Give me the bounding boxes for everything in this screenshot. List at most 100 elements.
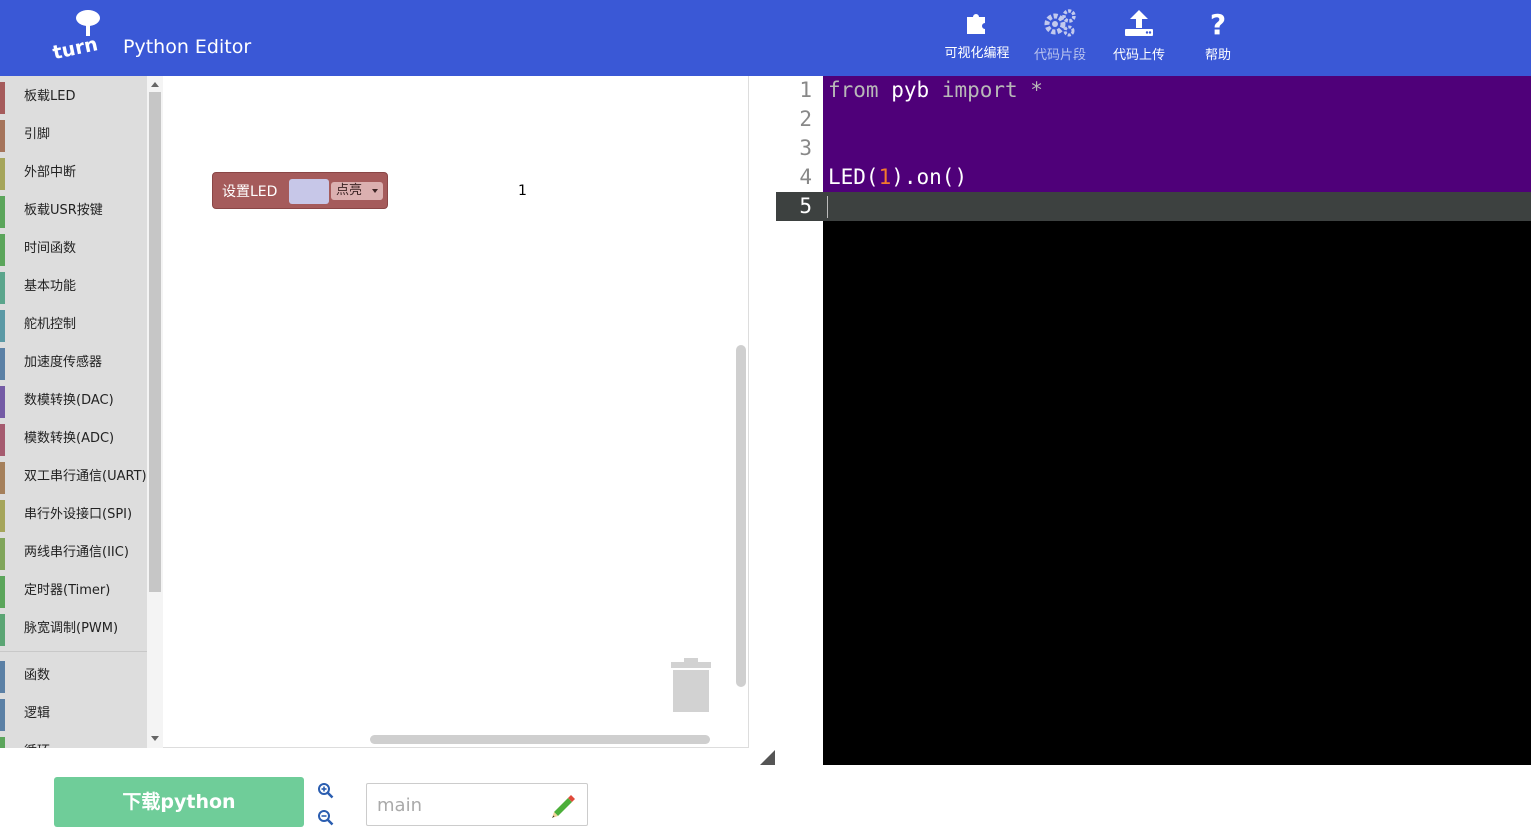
category-label: 模数转换(ADC): [24, 431, 115, 446]
svg-text:?: ?: [1210, 8, 1226, 38]
category-color-bar: [0, 386, 5, 418]
category-color-bar: [0, 348, 5, 380]
category-label: 引脚: [24, 127, 51, 142]
toolbox-category-item[interactable]: 脉宽调制(PWM): [0, 610, 147, 648]
category-label: 循环: [24, 744, 50, 748]
trash-icon[interactable]: [670, 658, 712, 714]
code-text: ).on(): [891, 165, 968, 189]
category-label: 逻辑: [24, 706, 51, 721]
category-color-bar: [0, 614, 5, 646]
category-label: 板载LED: [24, 89, 76, 104]
category-color-bar: [0, 424, 5, 456]
category-label: 函数: [24, 668, 51, 683]
toolbox-category-item[interactable]: 板载USR按键: [0, 192, 147, 230]
zoom-out-icon[interactable]: [317, 809, 334, 826]
line-number: 4: [799, 165, 812, 189]
code-keyword: import: [941, 78, 1018, 102]
toolbox-panel: 板载LED 引脚外部中断板载USR按键时间函数基本功能舵机控制加速度传感器 数模转换…: [0, 76, 147, 748]
zoom-in-icon[interactable]: [317, 782, 334, 799]
toolbox-category-item[interactable]: 循环: [0, 733, 147, 748]
category-color-bar: [0, 196, 5, 228]
code-keyword: from: [828, 78, 879, 102]
toolbox-category-list: 板载LED 引脚外部中断板载USR按键时间函数基本功能舵机控制加速度传感器 数模转换…: [0, 78, 147, 748]
category-label: 两线串行通信(IIC): [24, 545, 129, 560]
toolbox-category-item[interactable]: 基本功能: [0, 268, 147, 306]
filename-input[interactable]: [377, 793, 537, 817]
led-state-dropdown[interactable]: 点亮: [331, 182, 383, 200]
nav-code-snippets[interactable]: 代码片段: [1020, 8, 1100, 70]
nav-label: 代码片段: [1033, 48, 1086, 63]
turnip-logo: turn: [51, 10, 100, 62]
workspace-horizontal-scrollbar[interactable]: [370, 735, 710, 744]
category-label: 加速度传感器: [24, 355, 103, 370]
led-number-slot: [289, 179, 329, 204]
gears-icon: [1044, 9, 1076, 37]
category-label: 数模转换(DAC): [24, 393, 114, 408]
led-number-field[interactable]: 1: [509, 181, 536, 202]
toolbox-category-item[interactable]: 模数转换(ADC): [0, 420, 147, 458]
toolbox-separator: [0, 651, 147, 652]
toolbox-category-item[interactable]: 加速度传感器: [0, 344, 147, 382]
toolbox-category-item[interactable]: 定时器(Timer): [0, 572, 147, 610]
active-line: [823, 192, 1531, 221]
category-color-bar: [0, 310, 5, 342]
app-title: Python Editor: [123, 36, 252, 58]
category-label: 时间函数: [24, 241, 77, 256]
line-number: 2: [799, 107, 812, 131]
toolbox-category-item[interactable]: 串行外设接口(SPI): [0, 496, 147, 534]
category-color-bar: [0, 158, 5, 190]
toolbox-category-item[interactable]: 引脚: [0, 116, 147, 154]
text-cursor: [827, 196, 828, 218]
category-label: 舵机控制: [24, 317, 77, 332]
category-color-bar: [0, 699, 5, 731]
code-text: *: [1017, 78, 1043, 102]
nav-label: 帮助: [1204, 48, 1231, 63]
header-bar: turn Python Editor 可视化编程 代码片段 代码上传 ? 帮助: [0, 0, 1531, 76]
nav-label: 代码上传: [1112, 48, 1165, 63]
code-line-4: LED(1).on(): [828, 165, 967, 189]
category-label: 定时器(Timer): [24, 583, 111, 598]
category-color-bar: [0, 576, 5, 608]
line-number: 1: [799, 78, 812, 102]
nav-help[interactable]: ? 帮助: [1178, 8, 1258, 70]
toolbox-category-item[interactable]: 函数: [0, 657, 147, 695]
code-number: 1: [878, 165, 892, 189]
resize-handle-icon[interactable]: [760, 750, 775, 765]
code-line-1: from pyb import *: [828, 78, 1043, 102]
pencil-icon[interactable]: [548, 790, 578, 820]
toolbox-category-item[interactable]: 板载LED: [0, 78, 147, 116]
line-number: 3: [799, 136, 812, 160]
upload-icon: [1125, 10, 1153, 36]
toolbox-scrollbar[interactable]: [147, 76, 163, 748]
filename-box: [366, 783, 588, 826]
code-text: LED(: [828, 165, 879, 189]
category-color-bar: [0, 661, 5, 693]
set-led-block[interactable]: 设置LED 1 点亮: [212, 172, 536, 209]
category-color-bar: [0, 82, 5, 114]
nav-visual-programming[interactable]: 可视化编程: [937, 8, 1017, 70]
category-label: 基本功能: [24, 279, 77, 294]
nav-code-upload[interactable]: 代码上传: [1099, 8, 1179, 70]
block-label: 设置LED: [222, 184, 278, 200]
category-color-bar: [0, 462, 5, 494]
dropdown-value: 点亮: [336, 183, 363, 198]
toolbox-category-item[interactable]: 双工串行通信(UART): [0, 458, 147, 496]
workspace-vertical-scrollbar[interactable]: [736, 345, 746, 687]
puzzle-icon: [967, 14, 985, 34]
toolbox-category-item[interactable]: 两线串行通信(IIC): [0, 534, 147, 572]
category-color-bar: [0, 538, 5, 570]
svg-text:turn: turn: [51, 33, 100, 62]
toolbox-category-item[interactable]: 逻辑: [0, 695, 147, 733]
category-label: 双工串行通信(UART): [24, 469, 147, 484]
toolbox-category-item[interactable]: 外部中断: [0, 154, 147, 192]
scroll-up-arrow-icon[interactable]: [151, 82, 159, 87]
toolbox-category-item[interactable]: 数模转换(DAC): [0, 382, 147, 420]
category-label: 外部中断: [24, 165, 77, 180]
category-color-bar: [0, 272, 5, 304]
scroll-down-arrow-icon[interactable]: [151, 736, 159, 741]
download-python-button[interactable]: 下载python: [54, 777, 304, 827]
category-color-bar: [0, 120, 5, 152]
scroll-thumb[interactable]: [149, 92, 161, 592]
toolbox-category-item[interactable]: 舵机控制: [0, 306, 147, 344]
toolbox-category-item[interactable]: 时间函数: [0, 230, 147, 268]
